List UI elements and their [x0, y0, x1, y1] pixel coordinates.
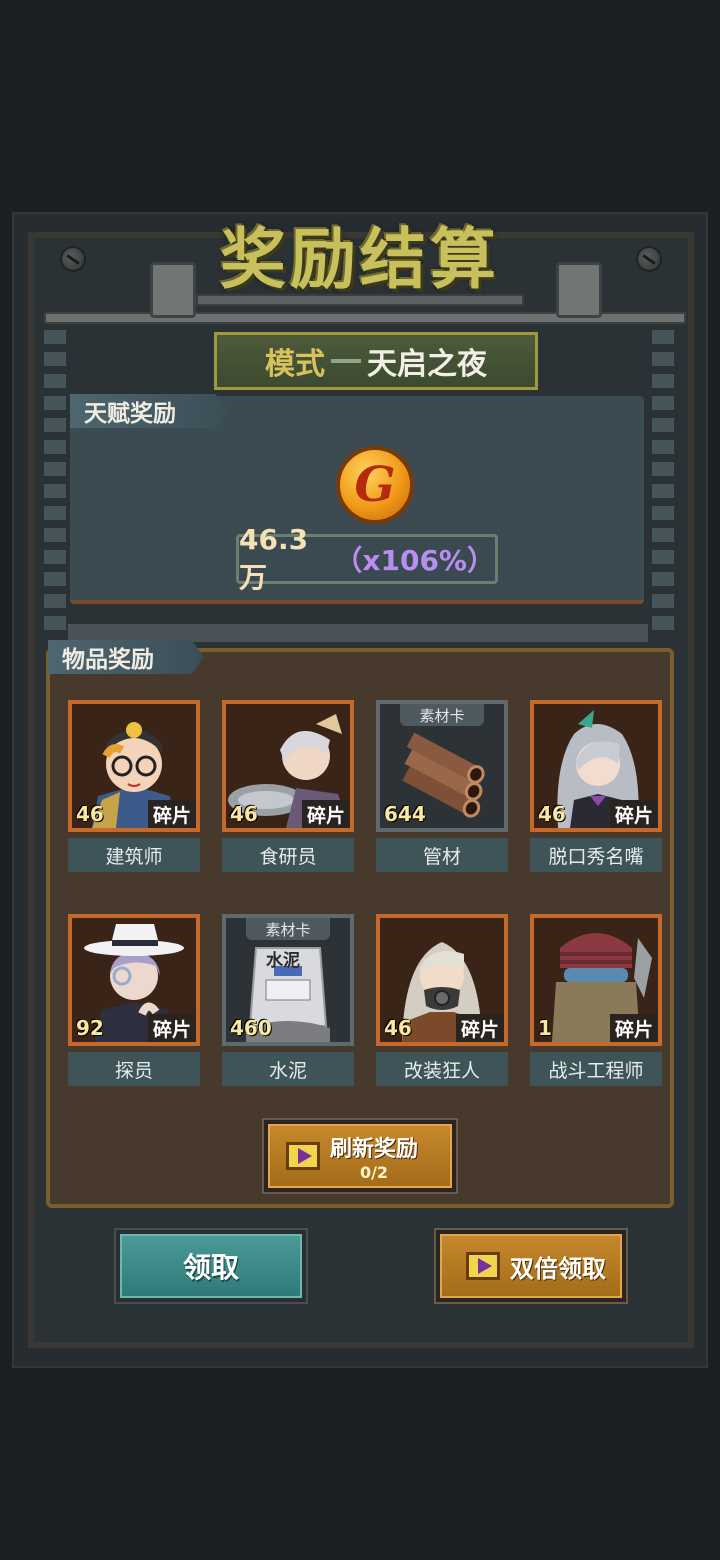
item-quantity: 92 [76, 1016, 104, 1040]
item-name: 改装狂人 [376, 1052, 508, 1086]
cement-bag-label: 水泥 [266, 951, 300, 971]
video-ad-icon [286, 1142, 320, 1170]
reward-card[interactable]: 素材卡 644 管材 [376, 700, 508, 872]
item-name: 建筑师 [68, 838, 200, 872]
video-ad-icon [466, 1252, 500, 1280]
talent-amount: 46.3万 （x106%） [236, 523, 498, 594]
refresh-text: 刷新奖励 0/2 [330, 1131, 418, 1182]
double-button-face: 双倍领取 [440, 1234, 622, 1298]
mode-label: 模式 [265, 347, 325, 382]
mode-value: 天启之夜 [367, 347, 487, 382]
talent-reward-label: 天赋奖励 [84, 401, 176, 427]
fragment-tag: 碎片 [610, 1014, 658, 1042]
gold-g-coin-icon: G [336, 446, 414, 524]
item-name: 探员 [68, 1052, 200, 1086]
card-frame: 46 碎片 [222, 700, 354, 832]
item-quantity: 46 [538, 802, 566, 826]
card-frame: 46 碎片 [68, 700, 200, 832]
item-quantity: 460 [230, 1016, 272, 1040]
fragment-tag: 碎片 [456, 1014, 504, 1042]
card-frame: 46 碎片 [530, 700, 662, 832]
material-card-tag: 素材卡 [400, 704, 484, 726]
fragment-tag: 碎片 [148, 1014, 196, 1042]
item-quantity: 1 [538, 1016, 552, 1040]
fragment-tag: 碎片 [302, 800, 350, 828]
item-quantity: 46 [230, 802, 258, 826]
fragment-tag: 碎片 [148, 800, 196, 828]
refresh-reward-button[interactable]: 刷新奖励 0/2 [262, 1118, 458, 1194]
material-card-tag: 素材卡 [246, 918, 330, 940]
item-reward-tab: 物品奖励 [48, 640, 204, 674]
reward-card[interactable]: 素材卡 水泥 460 水泥 [222, 914, 354, 1086]
mode-separator [331, 359, 361, 363]
card-frame: 1 碎片 [530, 914, 662, 1046]
reward-card[interactable]: 1 碎片 战斗工程师 [530, 914, 662, 1086]
item-name: 水泥 [222, 1052, 354, 1086]
talent-reward-tab: 天赋奖励 [70, 394, 228, 428]
claim-button[interactable]: 领取 [114, 1228, 308, 1304]
item-name: 战斗工程师 [530, 1052, 662, 1086]
reward-card[interactable]: 46 碎片 改装狂人 [376, 914, 508, 1086]
reward-card[interactable]: 92 碎片 探员 [68, 914, 200, 1086]
item-quantity: 644 [384, 802, 426, 826]
side-rail-right [652, 330, 674, 630]
item-quantity: 46 [76, 802, 104, 826]
refresh-label: 刷新奖励 [330, 1136, 419, 1162]
card-frame: 92 碎片 [68, 914, 200, 1046]
reward-card[interactable]: 46 碎片 脱口秀名嘴 [530, 700, 662, 872]
claim-label: 领取 [120, 1234, 302, 1298]
double-claim-label: 双倍领取 [510, 1254, 606, 1283]
reward-card[interactable]: 46 碎片 建筑师 [68, 700, 200, 872]
reward-card[interactable]: 46 碎片 食研员 [222, 700, 354, 872]
item-name: 管材 [376, 838, 508, 872]
refresh-button-face: 刷新奖励 0/2 [268, 1124, 452, 1188]
card-frame: 素材卡 644 [376, 700, 508, 832]
item-name: 脱口秀名嘴 [530, 838, 662, 872]
mode-badge: 模式 天启之夜 [214, 332, 538, 390]
item-reward-label: 物品奖励 [62, 647, 154, 673]
side-rail-left [44, 330, 66, 630]
refresh-count: 0/2 [359, 1162, 389, 1182]
amount-value: 46.3万 [239, 522, 309, 594]
card-frame: 46 碎片 [376, 914, 508, 1046]
item-quantity: 46 [384, 1016, 412, 1040]
double-claim-button[interactable]: 双倍领取 [434, 1228, 628, 1304]
fragment-tag: 碎片 [610, 800, 658, 828]
page-title: 奖励结算 [220, 221, 500, 298]
item-name: 食研员 [222, 838, 354, 872]
amount-multiplier: （x106%） [334, 544, 495, 577]
card-frame: 素材卡 水泥 460 [222, 914, 354, 1046]
